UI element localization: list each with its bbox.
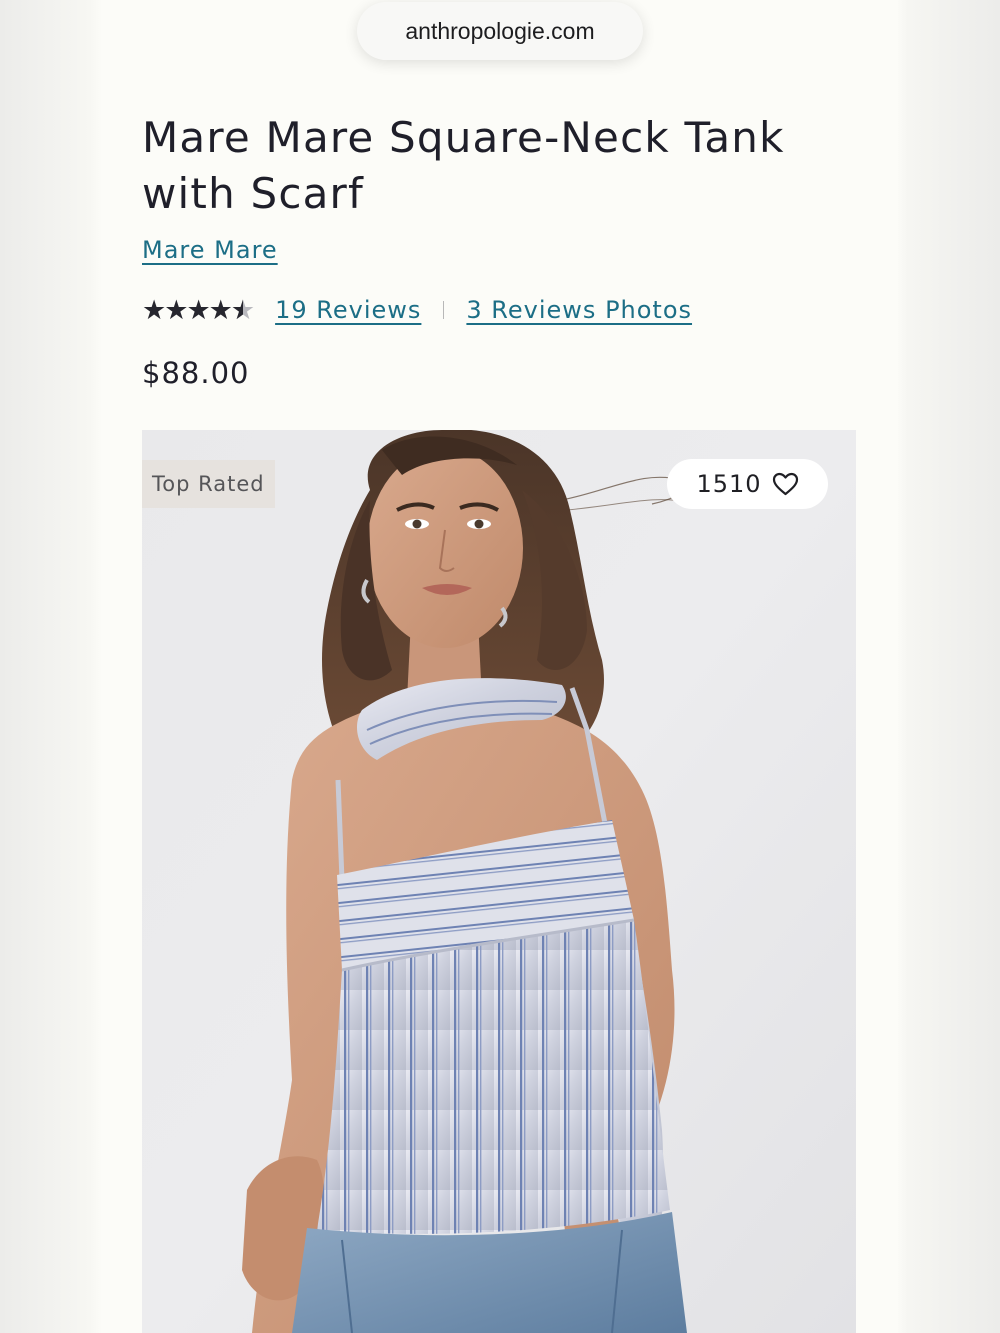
brand-link[interactable]: Mare Mare (142, 236, 278, 264)
screen: anthropologie.com Mare Mare Square-Neck … (0, 0, 1000, 1333)
top-rated-badge: Top Rated (142, 460, 275, 508)
rating-row: ★ ★ ★ ★ ★ 19 Reviews 3 Reviews Photos (142, 292, 692, 328)
product-image[interactable]: Top Rated 1510 (142, 430, 856, 1333)
like-button[interactable]: 1510 (667, 459, 828, 509)
star-rating[interactable]: ★ ★ ★ ★ ★ (142, 294, 255, 326)
heart-outline-icon (772, 472, 799, 496)
url-text: anthropologie.com (405, 17, 595, 44)
like-count: 1510 (696, 470, 762, 498)
review-photos-link[interactable]: 3 Reviews Photos (466, 296, 692, 324)
star-icon: ★ (208, 294, 233, 326)
url-bar[interactable]: anthropologie.com (357, 2, 643, 60)
star-icon: ★ (142, 294, 166, 326)
reviews-link[interactable]: 19 Reviews (275, 296, 421, 324)
product-price: $88.00 (142, 356, 250, 390)
divider (443, 301, 445, 319)
star-icon: ★ (164, 294, 188, 326)
star-icon: ★ (186, 294, 210, 326)
half-star-icon: ★ (231, 295, 255, 326)
model-photo (142, 430, 856, 1333)
product-title: Mare Mare Square-Neck Tank with Scarf (142, 113, 785, 218)
